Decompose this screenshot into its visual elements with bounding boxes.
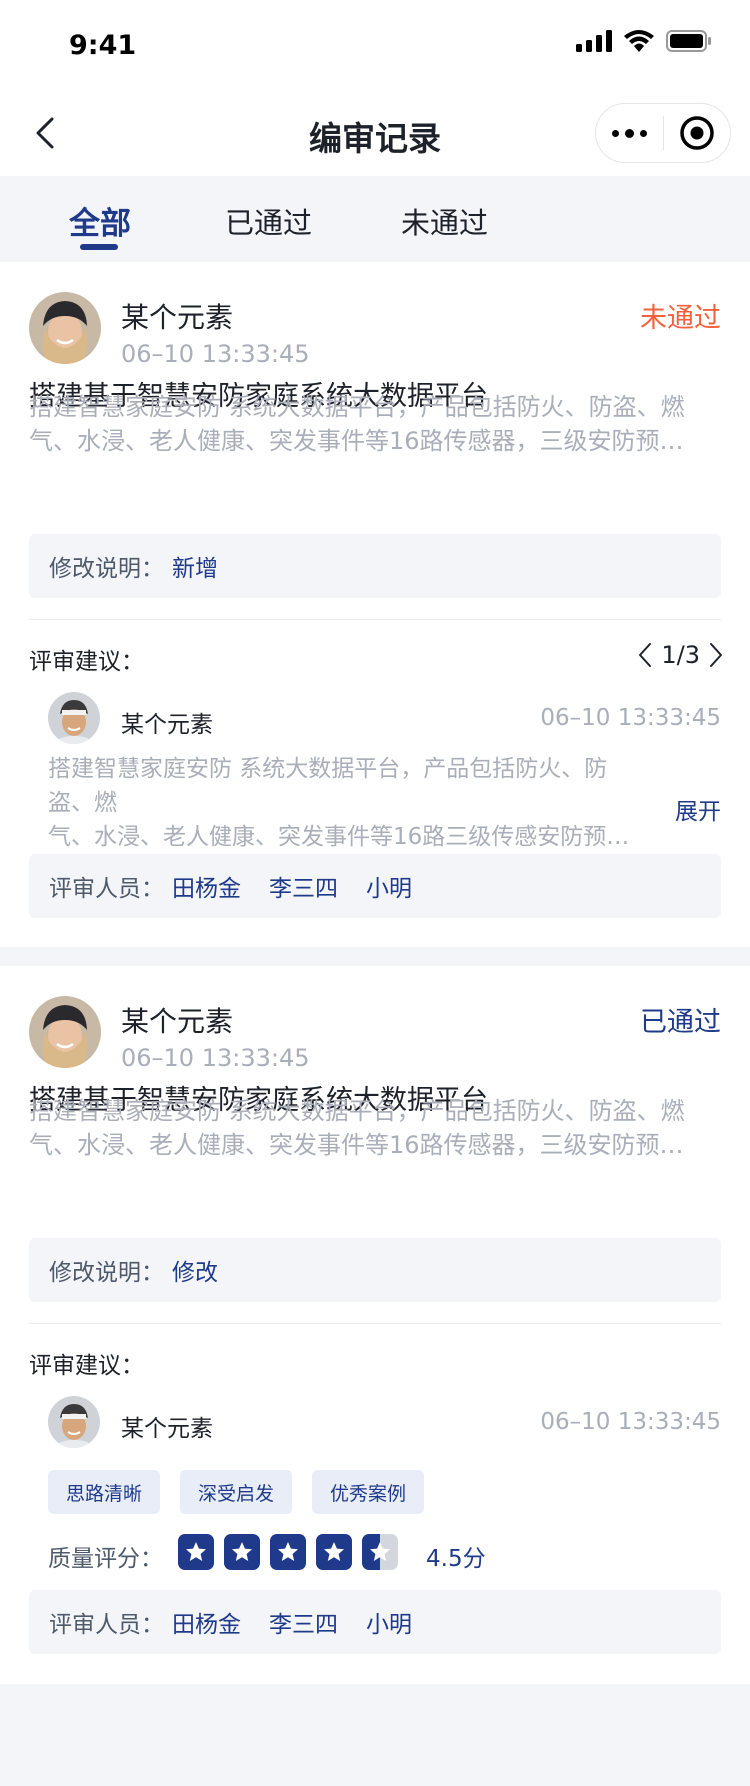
rating-label: 质量评分： [48,1546,163,1572]
review-time: 06–10 13:33:45 [540,1409,721,1435]
rating-score: 4.5分 [426,1546,486,1572]
reviewer-name: 某个元素 [121,712,213,738]
status-time: 9:41 [69,30,137,61]
author-avatar [29,292,101,364]
reviewer-tag: 小明 [366,1612,412,1638]
record-target-icon [680,116,714,150]
description-line: 气、水浸、老人健康、突发事件等16路传感器，三级安防预… [29,1131,684,1159]
record-card[interactable]: 某个元素 06–10 13:33:45 未通过 搭建基于智慧安防家庭系统大数据平… [0,262,750,947]
submit-time: 06–10 13:33:45 [121,340,310,368]
change-note-value: 修改 [172,1260,218,1286]
review-time: 06–10 13:33:45 [540,705,721,731]
star-icon [316,1534,352,1570]
star-icon [178,1534,214,1570]
change-note-box: 修改说明： 修改 [29,1238,721,1302]
filter-tabs: 全部 已通过 未通过 [0,176,750,262]
star-icon [224,1534,260,1570]
star-icon [362,1534,398,1570]
review-pager: 1/3 [637,641,724,669]
change-note-label: 修改说明： [49,556,164,582]
review-tag: 优秀案例 [312,1470,425,1514]
reviewers-label: 评审人员： [49,1612,164,1638]
reviewer-tag: 小明 [366,876,412,902]
review-text-line: 气、水浸、老人健康、突发事件等16路三级传感安防预… [48,824,630,850]
review-text: 搭建智慧家庭安防 系统大数据平台，产品包括防火、防盗、燃 气、水浸、老人健康、突… [48,752,648,854]
mini-program-capsule [595,103,731,163]
reviewer-tag: 李三四 [269,1612,338,1638]
tab-failed[interactable]: 未通过 [401,200,488,242]
pager-count: 1/3 [661,641,700,669]
status-badge: 已通过 [640,1007,721,1038]
tab-active-indicator [80,244,118,250]
section-divider [29,1323,721,1324]
close-button[interactable] [664,104,730,162]
more-dots-icon [612,129,619,137]
reviewer-avatar [48,692,100,744]
change-note-box: 修改说明： 新增 [29,534,721,598]
battery-icon [666,30,711,52]
author-name: 某个元素 [121,301,234,334]
change-note-label: 修改说明： [49,1260,164,1286]
reviewers-box: 评审人员： 田杨金 李三四 小明 [29,854,721,918]
review-tag: 思路清晰 [48,1470,161,1514]
change-note-value: 新增 [172,556,218,582]
record-description: 搭建智慧家庭安防 系统大数据平台，产品包括防火、防盗、燃 气、水浸、老人健康、突… [29,390,699,458]
reviewer-avatar [48,1396,100,1448]
description-line: 搭建智慧家庭安防 系统大数据平台，产品包括防火、防盗、燃 [29,393,685,421]
tab-all[interactable]: 全部 [69,198,131,243]
author-avatar [29,996,101,1068]
reviewers-label: 评审人员： [49,876,164,902]
record-description: 搭建智慧家庭安防 系统大数据平台，产品包括防火、防盗、燃 气、水浸、老人健康、突… [29,1094,699,1162]
signal-icon [576,30,612,52]
reviewer-tag: 李三四 [269,876,338,902]
navigation-bar: 编审记录 [0,92,750,176]
review-section-title: 评审建议： [29,1353,144,1379]
tab-passed[interactable]: 已通过 [225,200,312,242]
status-bar: 9:41 [0,0,750,92]
review-section-title: 评审建议： [29,649,144,675]
expand-link[interactable]: 展开 [675,792,721,826]
reviewer-name: 某个元素 [121,1416,213,1442]
description-line: 搭建智慧家庭安防 系统大数据平台，产品包括防火、防盗、燃 [29,1097,685,1125]
star-icon [270,1534,306,1570]
more-button[interactable] [596,104,663,162]
author-name: 某个元素 [121,1005,234,1038]
chevron-right-icon[interactable] [708,642,724,668]
wifi-icon [624,30,654,52]
reviewer-tag: 田杨金 [172,876,241,902]
submit-time: 06–10 13:33:45 [121,1044,310,1072]
record-card[interactable]: 某个元素 06–10 13:33:45 已通过 搭建基于智慧安防家庭系统大数据平… [0,966,750,1684]
star-rating [178,1534,398,1570]
review-tags: 思路清晰 深受启发 优秀案例 [48,1470,425,1514]
review-tag: 深受启发 [180,1470,293,1514]
description-line: 气、水浸、老人健康、突发事件等16路传感器，三级安防预… [29,427,684,455]
reviewer-tag: 田杨金 [172,1612,241,1638]
section-divider [29,619,721,620]
status-icons [576,30,712,52]
reviewers-box: 评审人员： 田杨金 李三四 小明 [29,1590,721,1654]
chevron-left-icon[interactable] [637,642,653,668]
review-text-line: 搭建智慧家庭安防 系统大数据平台，产品包括防火、防盗、燃 [48,756,608,816]
status-badge: 未通过 [640,303,721,334]
